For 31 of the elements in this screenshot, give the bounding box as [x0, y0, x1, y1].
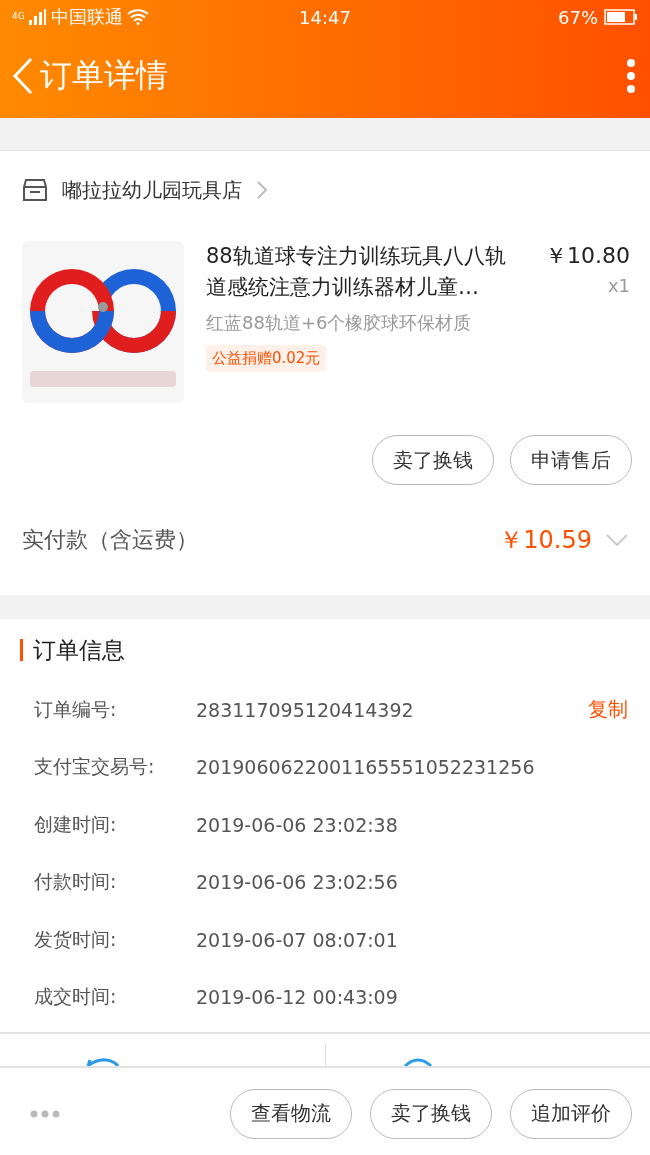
info-value: 2019-06-12 00:43:09 — [196, 986, 399, 1009]
info-value: 2019-06-06 23:02:56 — [196, 871, 399, 894]
product-price: ￥10.80 — [545, 242, 630, 270]
info-label: 创建时间: — [34, 811, 118, 837]
network-type: 4G — [12, 11, 25, 21]
info-label: 订单编号: — [34, 696, 118, 722]
donation-tag: 公益捐赠0.02元 — [206, 345, 327, 372]
total-amount: ￥10.59 — [499, 525, 592, 556]
battery-percent: 67% — [558, 6, 598, 28]
item-action-button[interactable]: 申请售后 — [510, 435, 632, 485]
section-title: 订单信息 — [33, 635, 125, 665]
product-quantity: x1 — [607, 275, 630, 296]
order-action-button[interactable]: 查看物流 — [230, 1088, 352, 1139]
product-spec: 红蓝88轨道+6个橡胶球环保材质 — [206, 311, 473, 335]
clock-time: 14:47 — [299, 6, 351, 28]
order-action-button[interactable]: 追加评价 — [510, 1088, 632, 1139]
total-label: 实付款（含运费） — [22, 526, 199, 554]
info-label: 成交时间: — [34, 984, 118, 1010]
product-title[interactable]: 88轨道球专注力训练玩具八八轨道感统注意力训练器材儿童… — [206, 241, 523, 303]
info-label: 支付宝交易号: — [34, 754, 156, 780]
page-title: 订单详情 — [40, 55, 169, 96]
info-value: 2019-06-06 23:02:38 — [196, 813, 399, 836]
info-value: 2019-06-07 08:07:01 — [196, 928, 399, 951]
info-value: 2019060622001165551052231256 — [196, 756, 536, 779]
carrier-name: 中国联通 — [50, 5, 123, 29]
item-action-button[interactable]: 卖了换钱 — [372, 435, 494, 485]
shop-name[interactable]: 嘟拉拉幼儿园玩具店 — [62, 176, 242, 204]
order-action-button[interactable]: 卖了换钱 — [370, 1088, 492, 1139]
info-label: 付款时间: — [34, 869, 118, 895]
info-value: 283117095120414392 — [196, 698, 415, 721]
info-label: 发货时间: — [34, 926, 118, 952]
